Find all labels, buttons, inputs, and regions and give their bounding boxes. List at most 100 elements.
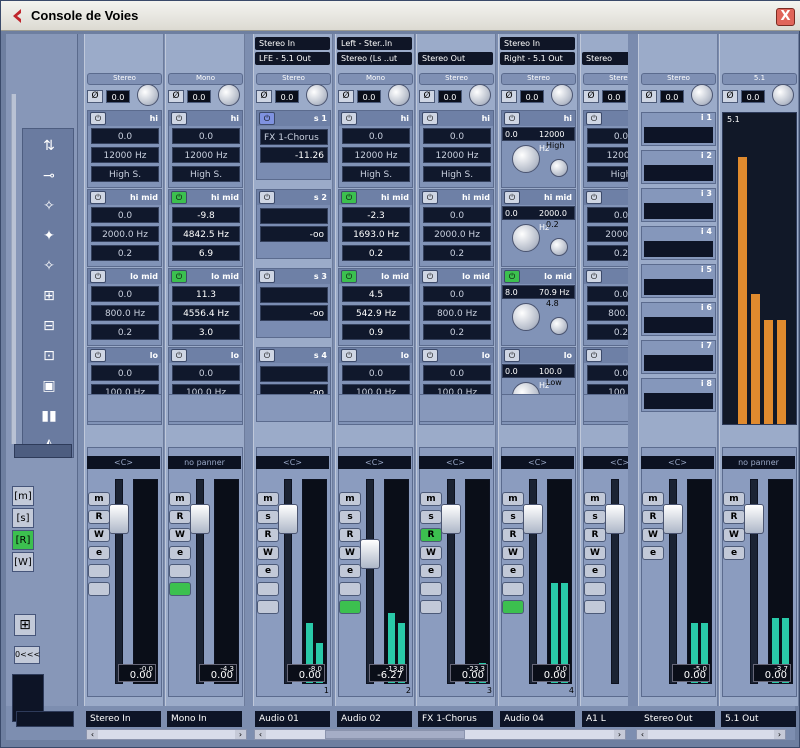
eq-gain-field[interactable]: 0.0 <box>423 128 491 144</box>
edit-button[interactable]: e <box>723 546 745 560</box>
read-button[interactable]: R <box>169 510 191 524</box>
monitor-icon[interactable] <box>584 582 606 596</box>
channel-name[interactable]: FX 1-Chorus <box>418 711 493 727</box>
insert-field[interactable] <box>644 241 713 257</box>
output-routing[interactable]: LFE - 5.1 Out <box>255 52 330 65</box>
scroll-left-button[interactable]: ‹ <box>255 730 266 739</box>
eq-frequency-field[interactable]: 800.0 Hz <box>423 305 491 321</box>
eq-power-icon[interactable]: ⏻ <box>90 191 106 204</box>
eq-power-icon[interactable]: ⏻ <box>171 270 187 283</box>
write-button[interactable]: W <box>339 546 361 560</box>
scroll-left-button[interactable]: ‹ <box>87 730 98 739</box>
output-routing[interactable]: Right - 5.1 Out <box>500 52 575 65</box>
volume-fader[interactable] <box>441 504 461 534</box>
scroll-right-button[interactable]: › <box>614 730 625 739</box>
bypass-icon[interactable] <box>339 600 361 614</box>
close-button[interactable]: X <box>776 8 795 26</box>
phase-icon[interactable]: Ø <box>501 90 517 103</box>
edit-button[interactable]: e <box>584 564 606 578</box>
eq-power-icon[interactable]: ⏻ <box>504 270 520 283</box>
eq-frequency-field[interactable]: 12000 Hz <box>423 147 491 163</box>
link-icon[interactable]: ⊸ <box>31 161 67 191</box>
eq-q-knob[interactable] <box>550 317 568 335</box>
sort-icon[interactable]: ⇅ <box>31 131 67 161</box>
square-icon[interactable]: ▣ <box>31 371 67 401</box>
input-gain-value[interactable]: 0.0 <box>357 90 381 103</box>
input-gain-value[interactable]: 0.0 <box>438 90 462 103</box>
read-button[interactable]: R <box>257 528 279 542</box>
channel-name[interactable]: Stereo In <box>86 711 161 727</box>
eq-frequency-field[interactable]: 2000.0 Hz <box>423 226 491 242</box>
eq-gain-field[interactable]: 0.0 <box>423 286 491 302</box>
channel-name[interactable]: Audio 04 <box>500 711 575 727</box>
write-button[interactable]: W <box>88 528 110 542</box>
volume-fader[interactable] <box>190 504 210 534</box>
phase-icon[interactable]: Ø <box>722 90 738 103</box>
eq-frequency-field[interactable]: 12000 Hz <box>91 147 159 163</box>
eq-q-field[interactable]: High S. <box>172 166 240 182</box>
pan-control[interactable]: <C> <box>338 456 411 469</box>
eq-frequency-field[interactable]: 542.9 Hz <box>342 305 410 321</box>
insert-slot[interactable]: i 4 <box>641 226 716 260</box>
eq-power-icon[interactable]: ⏻ <box>341 270 357 283</box>
insert-field[interactable] <box>644 355 713 371</box>
volume-readout[interactable]: -3.7 0.00 <box>753 664 791 682</box>
edit-button[interactable]: e <box>257 564 279 578</box>
input-gain-value[interactable]: 0.0 <box>741 90 765 103</box>
eq-q-field[interactable]: High S. <box>423 166 491 182</box>
scroll-right-button[interactable]: › <box>774 730 785 739</box>
insert-field[interactable] <box>644 393 713 409</box>
send-power-icon[interactable]: ⏻ <box>259 349 275 362</box>
solo-button[interactable]: s <box>339 510 361 524</box>
input-gain-value[interactable]: 0.0 <box>187 90 211 103</box>
volume-fader[interactable] <box>360 539 380 569</box>
volume-readout[interactable]: -23.3 0.00 <box>450 664 488 682</box>
eq-power-icon[interactable]: ⏻ <box>586 349 602 362</box>
phase-icon[interactable]: Ø <box>583 90 599 103</box>
mute-all-button[interactable]: [m] <box>12 486 34 506</box>
mute-button[interactable]: m <box>257 492 279 506</box>
insert-slot[interactable]: i 5 <box>641 264 716 298</box>
panel-splitter[interactable] <box>11 94 16 444</box>
eq-gain-field[interactable]: 0.0 <box>342 128 410 144</box>
eq-power-icon[interactable]: ⏻ <box>171 112 187 125</box>
read-button[interactable]: R <box>642 510 664 524</box>
insert-slot[interactable] <box>501 394 576 422</box>
insert-slot[interactable]: i 1 <box>641 112 716 146</box>
insert-slot[interactable] <box>168 394 243 422</box>
solo-button[interactable]: s <box>584 510 606 524</box>
eq-power-icon[interactable]: ⏻ <box>90 112 106 125</box>
eq-q-field[interactable]: 0.2 <box>423 324 491 340</box>
volume-fader[interactable] <box>523 504 543 534</box>
bypass-icon[interactable] <box>502 600 524 614</box>
edit-button[interactable]: e <box>339 564 361 578</box>
edit-button[interactable]: e <box>88 546 110 560</box>
input-gain-knob[interactable] <box>218 84 240 106</box>
monitor-icon[interactable] <box>339 582 361 596</box>
monitor-icon[interactable] <box>169 564 191 578</box>
eq-power-icon[interactable]: ⏻ <box>422 112 438 125</box>
send-level-field[interactable]: -oo <box>260 305 328 321</box>
bypass-icon[interactable] <box>88 582 110 596</box>
bypass-icon[interactable] <box>584 600 606 614</box>
phase-icon[interactable]: Ø <box>338 90 354 103</box>
output-scrollbar[interactable]: ‹ › <box>636 729 786 740</box>
channel-name[interactable]: Mono In <box>167 711 242 727</box>
eq-power-icon[interactable]: ⏻ <box>586 112 602 125</box>
send-destination[interactable]: FX 1-Chorus <box>260 129 328 145</box>
read-button[interactable]: R <box>420 528 442 542</box>
mute-button[interactable]: m <box>339 492 361 506</box>
output-routing[interactable]: Stereo (Ls ..ut <box>337 52 412 65</box>
eq-power-icon[interactable]: ⏻ <box>586 270 602 283</box>
eq-gain-field[interactable]: 0.0 <box>342 365 410 381</box>
channel-name[interactable]: Audio 01 <box>255 711 330 727</box>
send-power-icon[interactable]: ⏻ <box>259 112 275 125</box>
eq-gain-field[interactable]: 4.5 <box>342 286 410 302</box>
phase-icon[interactable]: Ø <box>419 90 435 103</box>
send-destination[interactable] <box>260 287 328 303</box>
send-power-icon[interactable]: ⏻ <box>259 270 275 283</box>
volume-readout[interactable]: -4.3 0.00 <box>199 664 237 682</box>
solo-button[interactable]: s <box>420 510 442 524</box>
pan-control[interactable]: <C> <box>419 456 492 469</box>
monitor-icon[interactable] <box>502 582 524 596</box>
